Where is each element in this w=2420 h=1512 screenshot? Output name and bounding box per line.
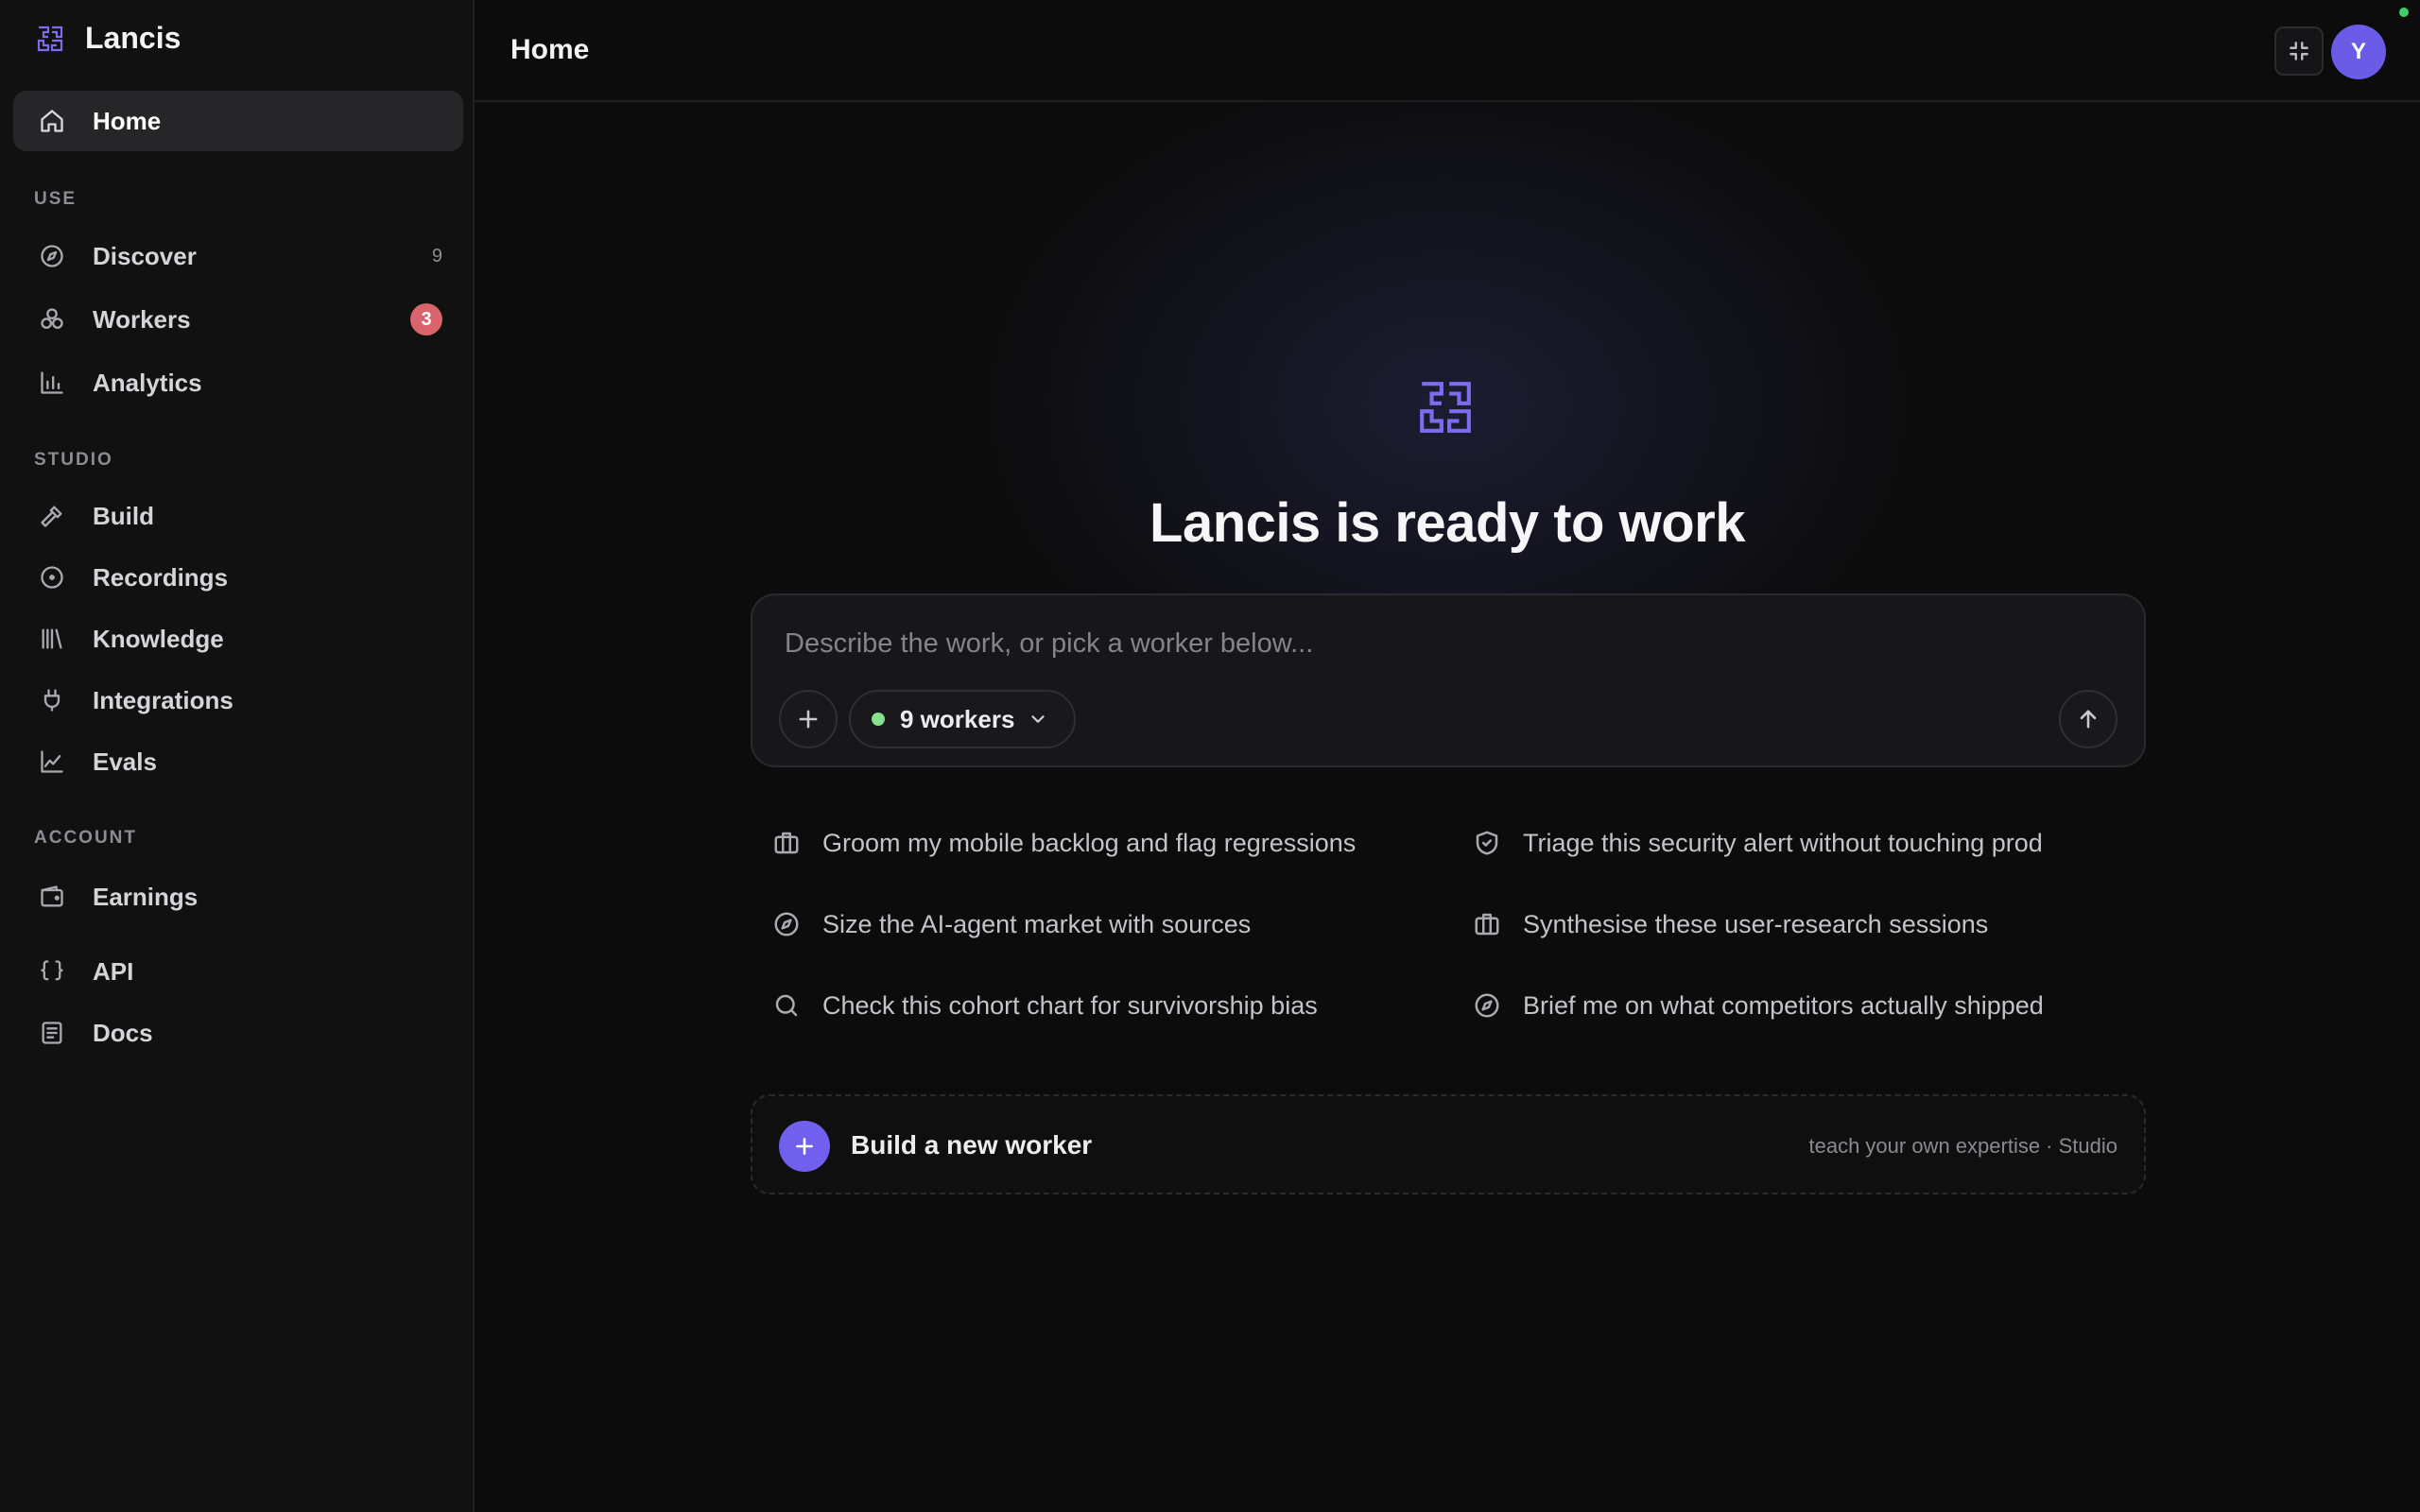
record-icon [38, 563, 66, 592]
compass-icon [38, 242, 66, 270]
online-status-dot [2399, 8, 2409, 17]
sidebar-item-analytics[interactable]: Analytics [13, 352, 463, 413]
sidebar-item-label: Build [93, 501, 154, 530]
plus-icon [799, 710, 818, 729]
brand[interactable]: Lancis [36, 21, 181, 56]
page-title: Home [510, 34, 590, 65]
sidebar-item-recordings[interactable]: Recordings [13, 547, 463, 608]
sidebar-item-knowledge[interactable]: Knowledge [13, 609, 463, 669]
sidebar-item-build[interactable]: Build [13, 486, 463, 546]
discover-count: 9 [431, 245, 442, 266]
lancis-logo-icon [1420, 382, 1471, 433]
library-icon [38, 625, 66, 653]
book-icon [38, 1019, 66, 1047]
search-icon [771, 990, 802, 1021]
main-content: Lancis is ready to work 9 workers Groom … [475, 102, 2420, 1512]
line-chart-icon [38, 747, 66, 776]
sidebar-item-discover[interactable]: Discover 9 [13, 226, 463, 286]
workers-selector[interactable]: 9 workers [849, 690, 1076, 748]
build-new-worker-card[interactable]: Build a new worker teach your own expert… [751, 1094, 2146, 1194]
suggestion-text: Check this cohort chart for survivorship… [822, 990, 1318, 1020]
briefcase-icon [1472, 909, 1502, 939]
workers-badge: 3 [410, 303, 442, 335]
avatar[interactable]: Y [2331, 25, 2386, 79]
workers-selector-label: 9 workers [900, 704, 1015, 733]
sidebar-item-label: Analytics [93, 368, 202, 397]
composer: 9 workers [751, 593, 2146, 767]
arrow-up-icon [2080, 710, 2097, 729]
sidebar-item-label: Discover [93, 241, 197, 270]
sidebar-item-label: Integrations [93, 685, 233, 714]
sidebar-item-label: Docs [93, 1018, 153, 1047]
suggestion-text: Size the AI-agent market with sources [822, 909, 1252, 938]
prompt-input[interactable] [783, 624, 2110, 663]
build-plus-button[interactable] [779, 1121, 830, 1172]
section-label-account: ACCOUNT [34, 828, 137, 848]
sidebar-item-earnings[interactable]: Earnings [13, 867, 463, 927]
collapse-icon [2290, 42, 2308, 60]
sidebar: Lancis Home USE Discover 9 Workers 3 Ana… [0, 0, 475, 1512]
plus-icon [796, 1138, 813, 1155]
lancis-logo-icon [37, 26, 63, 51]
sidebar-item-label: API [93, 956, 134, 986]
sidebar-item-api[interactable]: API [13, 941, 463, 1002]
sidebar-item-evals[interactable]: Evals [13, 731, 463, 792]
add-attachment-button[interactable] [779, 690, 838, 748]
workers-icon [38, 305, 66, 334]
sidebar-item-label: Earnings [93, 882, 199, 911]
suggestion-item[interactable]: Size the AI-agent market with sources [771, 898, 1251, 951]
plug-icon [38, 686, 66, 714]
suggestion-item[interactable]: Check this cohort chart for survivorship… [771, 979, 1318, 1032]
sidebar-item-label: Workers [93, 304, 191, 334]
wallet-icon [38, 883, 66, 911]
section-label-studio: STUDIO [34, 450, 113, 470]
suggestion-text: Brief me on what competitors actually sh… [1523, 990, 2044, 1020]
sidebar-item-workers[interactable]: Workers 3 [13, 289, 463, 350]
suggestion-item[interactable]: Synthesise these user-research sessions [1472, 898, 1988, 951]
suggestion-text: Synthesise these user-research sessions [1523, 909, 1989, 938]
send-button[interactable] [2059, 690, 2118, 748]
compass-icon [771, 909, 802, 939]
brand-name: Lancis [85, 21, 182, 55]
hammer-icon [38, 502, 66, 530]
bar-chart-icon [38, 369, 66, 397]
shield-check-icon [1472, 828, 1502, 858]
sidebar-item-label: Knowledge [93, 624, 224, 653]
suggestion-item[interactable]: Groom my mobile backlog and flag regress… [771, 816, 1356, 869]
braces-icon [38, 957, 66, 986]
sidebar-item-label: Home [93, 106, 162, 135]
sidebar-item-docs[interactable]: Docs [13, 1003, 463, 1063]
build-new-worker-label: Build a new worker [851, 1130, 1093, 1160]
sidebar-item-integrations[interactable]: Integrations [13, 670, 463, 730]
sidebar-item-label: Evals [93, 747, 157, 776]
section-label-use: USE [34, 189, 78, 209]
top-header: Home Y [475, 0, 2420, 102]
suggestion-text: Triage this security alert without touch… [1523, 828, 2043, 857]
compass-icon [1472, 990, 1502, 1021]
sidebar-item-label: Recordings [93, 562, 229, 592]
hero-title: Lancis is ready to work [1150, 492, 1745, 554]
home-icon [38, 107, 66, 135]
app-window: Lancis Home USE Discover 9 Workers 3 Ana… [0, 0, 2420, 1512]
suggestion-item[interactable]: Triage this security alert without touch… [1472, 816, 2043, 869]
collapse-button[interactable] [2274, 26, 2324, 76]
chevron-down-icon [1031, 715, 1046, 723]
suggestion-item[interactable]: Brief me on what competitors actually sh… [1472, 979, 2044, 1032]
suggestion-text: Groom my mobile backlog and flag regress… [822, 828, 1357, 857]
build-new-worker-subtitle: teach your own expertise · Studio [1808, 1134, 2118, 1158]
workers-status-dot [872, 713, 885, 726]
briefcase-icon [771, 828, 802, 858]
sidebar-item-home[interactable]: Home [13, 91, 463, 151]
